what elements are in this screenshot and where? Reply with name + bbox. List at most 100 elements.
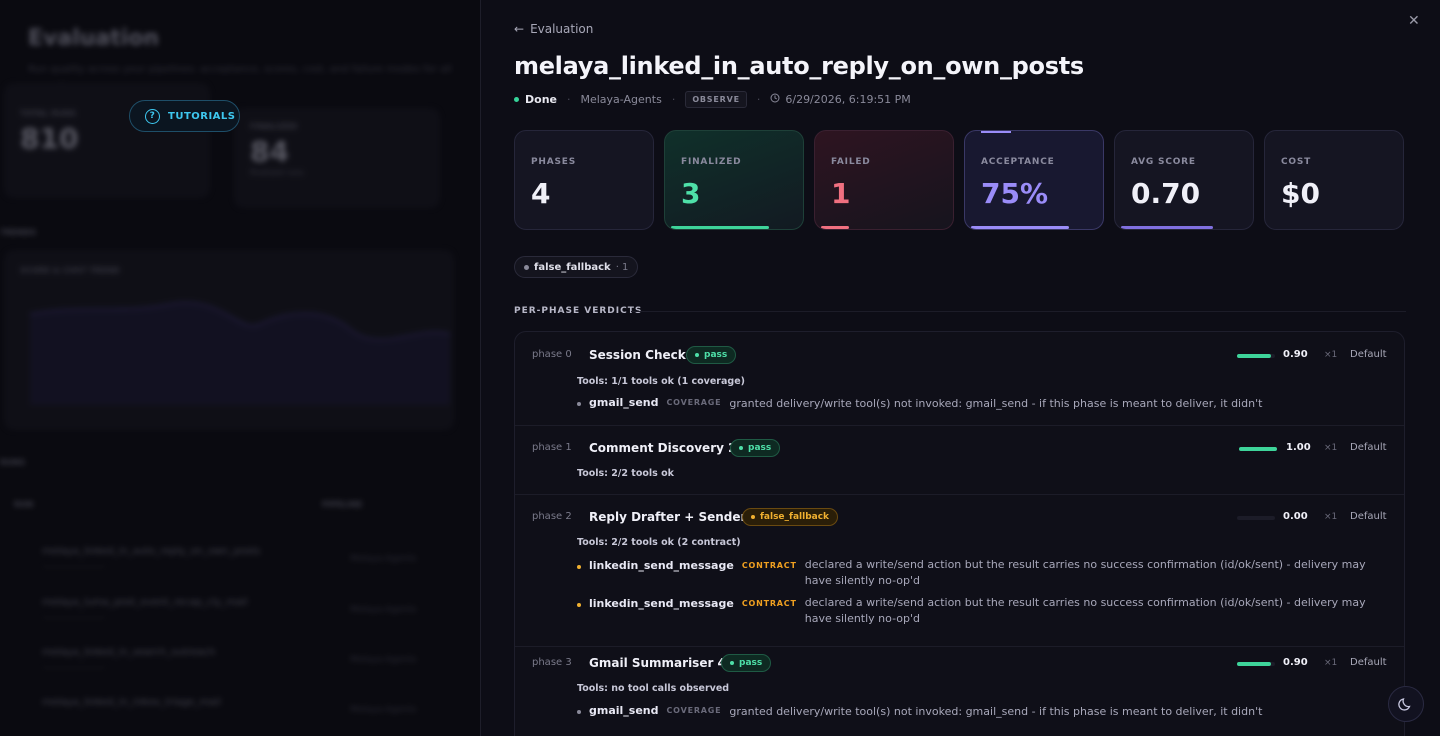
bg-run-pipeline: Melaya-Agents xyxy=(350,554,417,564)
bg-card-sub: finalized runs xyxy=(250,168,304,177)
bg-card-value: 84 xyxy=(250,135,289,168)
weight-multiplier: ×1 xyxy=(1324,658,1338,668)
phase-row[interactable]: phase 0 Session Check pass 0.90 ×1 Defau… xyxy=(515,332,1404,426)
bg-run-row: melaya_linked_in_search_outreach ———————— xyxy=(42,647,216,672)
verdict-badge: false_fallback xyxy=(742,508,839,526)
moon-icon xyxy=(1398,698,1411,711)
help-icon: ? xyxy=(145,108,160,124)
finalized-bar xyxy=(671,226,769,229)
phase-label: phase 1 xyxy=(532,442,572,453)
stat-label: ACCEPTANCE xyxy=(981,157,1055,167)
arrow-left-icon: ← xyxy=(514,22,525,36)
acceptance-bar xyxy=(971,226,1069,229)
close-icon[interactable]: ✕ xyxy=(1408,14,1422,28)
policy-label: Default xyxy=(1350,349,1387,360)
verdict-badge: pass xyxy=(686,346,737,364)
stat-label: COST xyxy=(1281,157,1312,167)
tutorials-button[interactable]: ? TUTORIALS xyxy=(129,100,240,132)
phase-row[interactable]: phase 3 Gmail Summariser 4 pass 0.90 ×1 … xyxy=(515,647,1404,736)
phase-name: Gmail Summariser 4 xyxy=(589,656,726,670)
stat-card-cost: COST $0 xyxy=(1264,130,1404,230)
stat-label: PHASES xyxy=(531,157,577,167)
bg-run-pipeline: Melaya-Agents xyxy=(350,605,417,615)
tools-summary: Tools: no tool calls observed xyxy=(577,683,730,694)
score-bar xyxy=(1237,354,1275,358)
stat-value: 75% xyxy=(981,177,1049,210)
bg-trend-chart xyxy=(29,301,451,405)
verdict-badge: pass xyxy=(721,654,772,672)
phase-label: phase 0 xyxy=(532,349,572,360)
tutorials-label: TUTORIALS xyxy=(168,110,236,122)
score-bar xyxy=(1239,447,1277,451)
phase-name: Session Check xyxy=(589,348,686,362)
issue-item: gmail_send COVERAGE granted delivery/wri… xyxy=(577,704,1262,720)
pipeline-name: Melaya-Agents xyxy=(580,93,662,106)
score-value: 0.00 xyxy=(1283,511,1308,522)
issue-item: linkedin_send_message CONTRACT declared … xyxy=(577,558,1392,589)
back-label: Evaluation xyxy=(530,22,594,36)
weight-multiplier: ×1 xyxy=(1324,443,1338,453)
failed-bar xyxy=(821,226,849,229)
section-title: PER-PHASE VERDICTS xyxy=(514,306,643,316)
bg-runs-column: PIPELINE xyxy=(322,500,363,509)
stat-label: AVG SCORE xyxy=(1131,157,1196,167)
stat-card-avg-score: AVG SCORE 0.70 xyxy=(1114,130,1254,230)
bg-run-pipeline: Melaya-Agents xyxy=(350,705,417,715)
bg-chart-card: SCORE & COST TREND xyxy=(4,250,454,430)
status-badge: Done xyxy=(514,93,557,106)
bg-card-finalized: FINALIZED 84 finalized runs xyxy=(234,108,440,208)
stat-value: 3 xyxy=(681,177,701,210)
stat-value: 4 xyxy=(531,177,551,210)
stat-value: 1 xyxy=(831,177,851,210)
score-bar xyxy=(1237,516,1275,520)
policy-label: Default xyxy=(1350,442,1387,453)
tools-summary: Tools: 1/1 tools ok (1 coverage) xyxy=(577,376,745,387)
tag-dot xyxy=(524,264,529,270)
bg-run-row: melaya_linked_in_auto_reply_on_own_posts… xyxy=(42,546,261,571)
phase-label: phase 3 xyxy=(532,657,572,668)
background-page: Evaluation Run quality across your pipel… xyxy=(0,0,480,736)
phase-name: Reply Drafter + Sender 3 xyxy=(589,510,759,524)
stat-label: FINALIZED xyxy=(681,157,742,167)
score-value: 1.00 xyxy=(1286,442,1311,453)
phase-verdict-list: phase 0 Session Check pass 0.90 ×1 Defau… xyxy=(514,331,1405,736)
tools-summary: Tools: 2/2 tools ok (2 contract) xyxy=(577,537,741,548)
run-timestamp: 6/29/2026, 6:19:51 PM xyxy=(785,93,911,106)
bg-card-label: FINALIZED xyxy=(250,122,298,131)
clock-icon xyxy=(770,93,780,106)
phase-row[interactable]: phase 2 Reply Drafter + Sender 3 false_f… xyxy=(515,495,1404,647)
stat-value: 0.70 xyxy=(1131,177,1201,210)
bg-runs-column: RUN xyxy=(14,500,34,509)
bg-chart-label: SCORE & COST TREND xyxy=(20,266,120,275)
score-value: 0.90 xyxy=(1283,349,1308,360)
failure-mode-tag[interactable]: false_fallback · 1 xyxy=(514,256,639,278)
phase-label: phase 2 xyxy=(532,511,572,522)
run-meta: Done · Melaya-Agents · OBSERVE · 6/29/20… xyxy=(514,91,911,108)
issue-item: gmail_send COVERAGE granted delivery/wri… xyxy=(577,396,1262,412)
evaluation-detail-panel: ✕ ← Evaluation melaya_linked_in_auto_rep… xyxy=(480,0,1440,736)
avg-score-bar xyxy=(1121,226,1213,229)
stat-card-finalized: FINALIZED 3 xyxy=(664,130,804,230)
tag-label: false_fallback xyxy=(534,261,611,273)
issue-item: linkedin_send_message CONTRACT declared … xyxy=(577,596,1392,627)
verdict-badge: pass xyxy=(730,439,781,457)
run-title: melaya_linked_in_auto_reply_on_own_posts xyxy=(514,52,1084,80)
mode-badge: OBSERVE xyxy=(685,91,747,108)
back-link[interactable]: ← Evaluation xyxy=(514,22,593,36)
policy-label: Default xyxy=(1350,657,1387,668)
section-divider xyxy=(631,311,1406,312)
phase-name: Comment Discovery 2 xyxy=(589,441,737,455)
tag-count: · 1 xyxy=(615,261,629,273)
bg-run-row: melaya_linked_in_inbox_triage_mail xyxy=(42,697,221,708)
stat-card-failed: FAILED 1 xyxy=(814,130,954,230)
status-dot xyxy=(514,97,519,102)
tools-summary: Tools: 2/2 tools ok xyxy=(577,468,674,479)
bg-run-pipeline: Melaya-Agents xyxy=(350,655,417,665)
bg-runs-label: RUNS xyxy=(0,458,26,467)
score-value: 0.90 xyxy=(1283,657,1308,668)
bg-trends-label: TRENDS xyxy=(0,228,37,237)
phase-row[interactable]: phase 1 Comment Discovery 2 pass 1.00 ×1… xyxy=(515,426,1404,495)
score-bar xyxy=(1237,662,1275,666)
stat-card-acceptance: ACCEPTANCE 75% xyxy=(964,130,1104,230)
theme-toggle-button[interactable] xyxy=(1388,686,1424,722)
